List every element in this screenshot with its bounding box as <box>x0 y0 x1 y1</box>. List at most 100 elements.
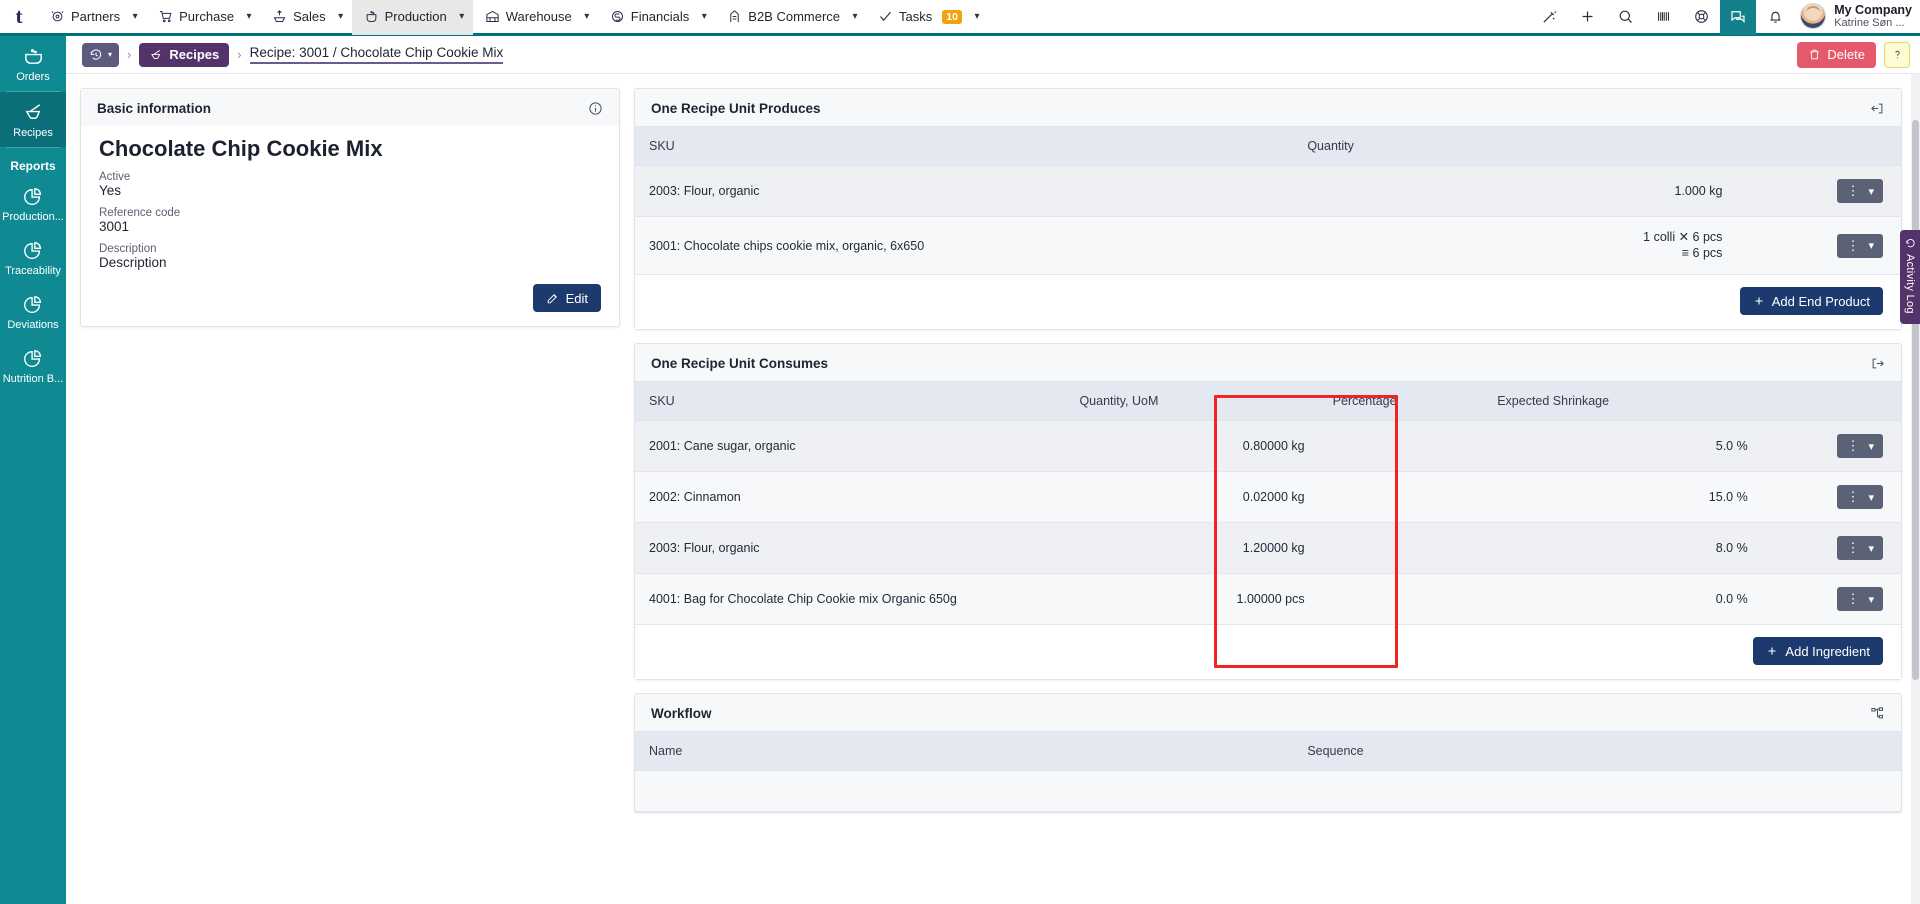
kebab-menu-icon: ⋮ <box>1846 595 1859 603</box>
sidebar-item-traceability[interactable]: Traceability <box>0 231 66 285</box>
table-row[interactable]: 3001: Chocolate chips cookie mix, organi… <box>635 217 1901 275</box>
chevron-down-icon-partners[interactable]: ▾ <box>124 0 146 35</box>
table-row[interactable]: 2003: Flour, organic 1.20000 kg 8.0 % ⋮ … <box>635 523 1901 574</box>
nav-item-b2b-commerce[interactable]: B2B Commerce <box>723 0 844 35</box>
workflow-empty-cell-1 <box>635 771 1293 812</box>
expand-right-icon[interactable] <box>1870 356 1885 371</box>
row-action-button[interactable]: ⋮ ▾ <box>1837 179 1883 203</box>
chevron-down-icon-tasks[interactable]: ▾ <box>966 0 988 35</box>
plus-icon <box>1766 645 1778 657</box>
table-row[interactable]: 2001: Cane sugar, organic 0.80000 kg 5.0… <box>635 421 1901 472</box>
production-icon <box>364 9 379 24</box>
barcode-icon[interactable] <box>1644 0 1682 35</box>
plus-icon[interactable] <box>1568 0 1606 35</box>
info-icon[interactable] <box>588 101 603 116</box>
chevron-down-icon: ▾ <box>1868 440 1874 453</box>
workflow-header-row: Name Sequence <box>635 732 1901 771</box>
sidebar-item-deviations[interactable]: Deviations <box>0 285 66 339</box>
chevron-down-icon-warehouse[interactable]: ▾ <box>576 0 598 35</box>
chat-icon[interactable] <box>1720 0 1756 35</box>
add-end-product-button[interactable]: Add End Product <box>1740 287 1883 315</box>
produces-row-1-quantity-line2: ≡ 6 pcs <box>1307 246 1722 262</box>
row-action-button[interactable]: ⋮ ▾ <box>1837 234 1883 258</box>
row-action-button[interactable]: ⋮ ▾ <box>1837 485 1883 509</box>
user-menu[interactable]: My Company Katrine Søn ... <box>1794 3 1912 30</box>
scrollbar-thumb[interactable] <box>1912 120 1919 680</box>
magic-wand-icon[interactable] <box>1530 0 1568 35</box>
nav-label-partners: Partners <box>71 9 120 24</box>
nav-group-purchase: Purchase ▾ <box>146 0 260 35</box>
chevron-down-icon-purchase[interactable]: ▾ <box>238 0 260 35</box>
chevron-down-icon-sales[interactable]: ▾ <box>330 0 352 35</box>
activity-log-label: Activity Log <box>1904 254 1916 314</box>
sidebar-item-recipes[interactable]: Recipes <box>0 92 66 147</box>
delete-button[interactable]: Delete <box>1797 42 1876 68</box>
activity-log-tab[interactable]: Activity Log <box>1900 230 1920 324</box>
collapse-left-icon[interactable] <box>1870 101 1885 116</box>
chevron-down-icon-b2b[interactable]: ▾ <box>844 0 866 35</box>
chevron-down-icon: ▾ <box>1868 185 1874 198</box>
kebab-menu-icon: ⋮ <box>1846 493 1859 501</box>
nav-label-financials: Financials <box>631 9 690 24</box>
breadcrumb-item-recipes[interactable]: Recipes <box>139 43 229 67</box>
row-action-button[interactable]: ⋮ ▾ <box>1837 587 1883 611</box>
vertical-scrollbar[interactable] <box>1911 74 1920 904</box>
financials-icon <box>610 9 625 24</box>
consumes-row-1-percentage <box>1319 472 1484 523</box>
edit-button[interactable]: Edit <box>533 284 601 312</box>
field-label-description: Description <box>99 243 601 255</box>
app-logo[interactable]: t <box>0 0 38 35</box>
nav-item-financials[interactable]: Financials <box>606 0 694 35</box>
consumes-row-3-shrinkage: 0.0 % <box>1483 574 1762 625</box>
add-ingredient-button[interactable]: Add Ingredient <box>1753 637 1883 665</box>
sidebar-item-production-report[interactable]: Production... <box>0 177 66 231</box>
content-area: Basic information Chocolate Chip Cookie … <box>66 74 1920 904</box>
consumes-row-0-shrinkage: 5.0 % <box>1483 421 1762 472</box>
table-row[interactable]: 4001: Bag for Chocolate Chip Cookie mix … <box>635 574 1901 625</box>
bell-icon[interactable] <box>1756 0 1794 35</box>
workflow-empty-cell-2 <box>1293 771 1901 812</box>
consumes-row-3-percentage <box>1319 574 1484 625</box>
chevron-down-icon-production[interactable]: ▾ <box>451 0 473 35</box>
row-action-button[interactable]: ⋮ ▾ <box>1837 536 1883 560</box>
consumes-title: One Recipe Unit Consumes <box>651 356 828 371</box>
consumes-col-actions <box>1762 382 1901 421</box>
workflow-header: Workflow <box>635 694 1901 731</box>
consumes-row-1-quantity: 0.02000 kg <box>1065 472 1318 523</box>
pot-icon <box>22 45 45 68</box>
lifebuoy-icon[interactable] <box>1682 0 1720 35</box>
workflow-icon[interactable] <box>1870 706 1885 721</box>
table-row[interactable]: 2003: Flour, organic 1.000 kg ⋮ ▾ <box>635 166 1901 217</box>
right-column: One Recipe Unit Produces SKU Quantity <box>634 88 1902 904</box>
nav-item-production[interactable]: Production <box>360 0 451 35</box>
nav-item-partners[interactable]: Partners <box>46 0 124 35</box>
workflow-table: Name Sequence <box>635 731 1901 812</box>
consumes-row-2-actions: ⋮ ▾ <box>1762 523 1901 574</box>
add-end-product-label: Add End Product <box>1772 294 1870 309</box>
consumes-row-2-sku: 2003: Flour, organic <box>635 523 1065 574</box>
history-button[interactable]: ▾ <box>82 43 119 67</box>
chevron-down-icon-history: ▾ <box>108 50 112 59</box>
pie-chart-icon <box>22 240 44 262</box>
nav-item-purchase[interactable]: Purchase <box>154 0 238 35</box>
check-icon <box>878 9 893 24</box>
sidebar-item-orders[interactable]: Orders <box>0 36 66 91</box>
nav-item-sales[interactable]: Sales <box>268 0 330 35</box>
sidebar-item-nutrition[interactable]: Nutrition B... <box>0 339 66 393</box>
sidebar-label-traceability: Traceability <box>5 265 61 277</box>
pie-chart-icon <box>22 348 44 370</box>
nav-item-warehouse[interactable]: Warehouse <box>481 0 576 35</box>
sidebar-label-recipes: Recipes <box>13 127 53 139</box>
row-action-button[interactable]: ⋮ ▾ <box>1837 434 1883 458</box>
produces-row-1-quantity: 1 colli ✕ 6 pcs ≡ 6 pcs <box>1293 217 1736 275</box>
consumes-row-2-shrinkage: 8.0 % <box>1483 523 1762 574</box>
search-icon[interactable] <box>1606 0 1644 35</box>
breadcrumb-current-page: Recipe: 3001 / Chocolate Chip Cookie Mix <box>250 45 504 64</box>
table-row[interactable]: 2002: Cinnamon 0.02000 kg 15.0 % ⋮ ▾ <box>635 472 1901 523</box>
help-button[interactable] <box>1884 42 1910 68</box>
nav-label-production: Production <box>385 9 447 24</box>
chevron-down-icon-financials[interactable]: ▾ <box>693 0 715 35</box>
sidebar-label-deviations: Deviations <box>7 319 58 331</box>
nav-group-b2b: B2B Commerce ▾ <box>715 0 866 35</box>
nav-item-tasks[interactable]: Tasks 10 <box>874 0 966 35</box>
